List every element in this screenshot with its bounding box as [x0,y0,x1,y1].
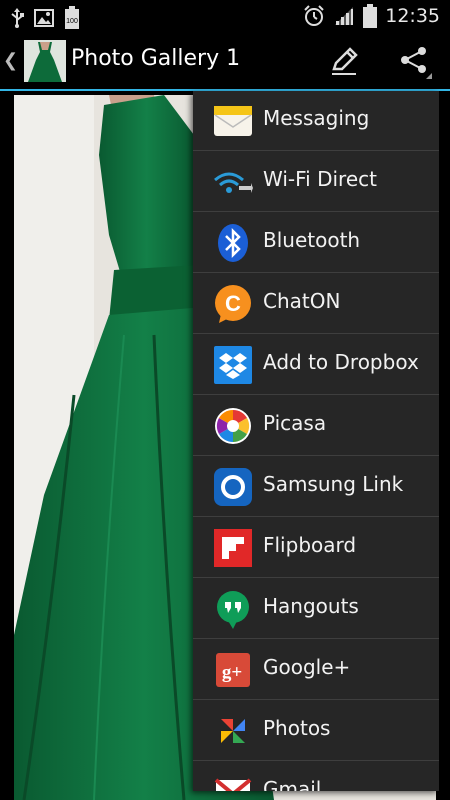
share-item-flipboard[interactable]: Flipboard [193,518,439,578]
share-item-gmail[interactable]: Gmail [193,762,439,791]
share-icon[interactable] [396,43,432,79]
share-item-dropbox[interactable]: Add to Dropbox [193,335,439,395]
share-item-label: Bluetooth [263,228,361,252]
share-item-label: Messaging [263,106,370,130]
wifi-direct-icon [214,172,253,193]
share-item-messaging[interactable]: Messaging [193,91,439,151]
share-item-wifi-direct[interactable]: Wi-Fi Direct [193,152,439,212]
share-item-label: Google+ [263,655,351,679]
share-item-label: Hangouts [263,594,359,618]
picasa-icon [215,408,251,444]
flipboard-icon [214,529,252,567]
battery-level-icon: 100 [65,6,79,29]
app-thumbnail[interactable] [24,40,66,82]
share-item-label: Photos [263,716,331,740]
share-item-hangouts[interactable]: Hangouts [193,579,439,639]
share-item-label: Gmail [263,777,322,791]
usb-icon [11,8,24,28]
gmail-icon [214,778,252,791]
messaging-icon [214,106,252,136]
share-item-picasa[interactable]: Picasa [193,396,439,456]
back-chevron-icon[interactable]: ❮ [3,50,18,71]
clock: 12:35 [385,5,440,27]
action-bar: ❮ Photo Gallery 1 [0,33,450,91]
status-bar: 100 12:35 [0,0,450,33]
chaton-icon: C [215,285,251,323]
share-item-google-plus[interactable]: g+ Google+ [193,640,439,700]
battery-icon [363,4,378,28]
share-item-photos[interactable]: Photos [193,701,439,761]
svg-text:g+: g+ [222,662,242,683]
dropbox-icon [214,346,252,384]
share-item-chaton[interactable]: C ChatON [193,274,439,334]
share-item-samsung-link[interactable]: Samsung Link [193,457,439,517]
signal-icon [335,7,354,25]
system-icons: 12:35 [303,4,440,28]
share-menu: Messaging Wi-Fi Direct Bluetooth C ChatO… [193,91,439,791]
notification-icons: 100 [10,6,80,30]
share-item-label: Add to Dropbox [263,350,419,374]
hangouts-icon [217,591,249,629]
google-plus-icon: g+ [216,653,250,687]
samsung-link-icon [214,468,252,506]
share-item-label: Flipboard [263,533,357,557]
photos-icon [221,719,245,743]
page-title: Photo Gallery 1 [71,46,241,71]
share-item-label: ChatON [263,289,341,313]
image-icon [34,9,54,27]
share-item-bluetooth[interactable]: Bluetooth [193,213,439,273]
alarm-icon [304,5,324,26]
share-item-label: Picasa [263,411,327,435]
share-item-label: Wi-Fi Direct [263,167,377,191]
svg-text:C: C [225,291,241,316]
bluetooth-icon [218,224,248,262]
svg-text:100: 100 [66,18,78,25]
edit-pencil-icon[interactable] [326,43,362,79]
share-item-label: Samsung Link [263,472,404,496]
